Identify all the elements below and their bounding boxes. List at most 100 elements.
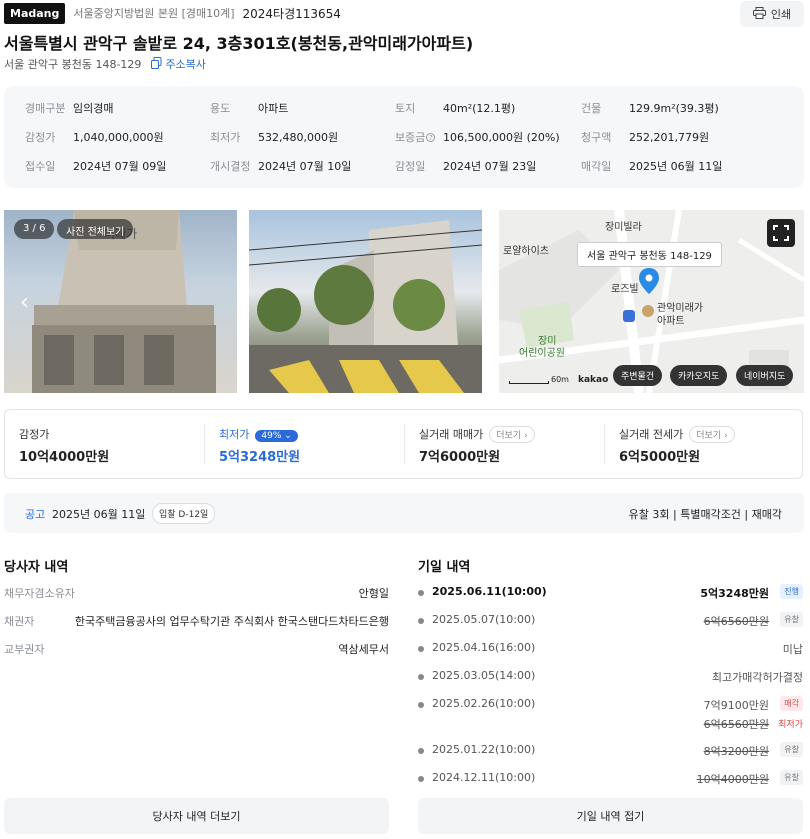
price-label-wrap: 최저가 49% ⌄ — [219, 426, 298, 442]
history-value: 6억6560만원 — [703, 615, 769, 628]
timeline-dot — [418, 748, 424, 754]
summary-cell: 건물 129.9m²(39.3평) — [581, 100, 719, 116]
history-collapse-button[interactable]: 기일 내역 접기 — [418, 798, 803, 834]
history-value: 8억3200만원 — [703, 745, 769, 758]
summary-value: 2025년 06월 11일 — [629, 160, 723, 173]
history-value: 5억3248만원 — [700, 587, 769, 600]
summary-value: 아파트 — [258, 102, 289, 115]
summary-value: 1,040,000,000원 — [73, 131, 164, 144]
party-row: 교부권자 역삼세무서 — [4, 641, 389, 661]
street-photo — [249, 220, 482, 393]
summary-value: 임의경매 — [73, 102, 114, 115]
history-row: 2025.05.07(10:00) 6억6560만원 유찰 — [418, 612, 803, 633]
summary-label: 보증금 — [395, 131, 426, 144]
map-label: 어린이공원 — [519, 348, 565, 359]
map-kakao-button[interactable]: 카카오지도 — [670, 365, 728, 386]
map-label: 로즈빌 — [611, 284, 639, 295]
timeline-dot — [418, 590, 424, 596]
history-row: 2025.03.05(14:00) 최고가매각허가결정 — [418, 669, 803, 689]
more-button[interactable]: 더보기 › — [689, 426, 735, 443]
chevron-down-icon: ⌄ — [284, 431, 292, 441]
summary-value: 2024년 07월 23일 — [443, 160, 537, 173]
parties-more-button[interactable]: 당사자 내역 더보기 — [4, 798, 389, 834]
summary-value: 2024년 07월 10일 — [258, 160, 352, 173]
map-naver-button[interactable]: 네이버지도 — [736, 365, 794, 386]
party-label: 채무자겸소유자 — [4, 587, 75, 600]
property-photo-1[interactable]: 미래가 3 / 6 사진 전체보기 ‹ — [4, 210, 237, 393]
price-panel: 감정가 10억4000만원 최저가 49% ⌄ 5억3248만원 실거래 매매가 더… — [4, 409, 803, 479]
property-photo-2[interactable] — [249, 210, 482, 393]
price-value: 6억5000만원 — [619, 450, 701, 465]
parties-heading: 당사자 내역 — [4, 560, 69, 575]
price-label-wrap: 실거래 전세가 더보기 › — [619, 426, 735, 443]
copy-icon — [151, 56, 162, 72]
summary-value: 2024년 07월 09일 — [73, 160, 167, 173]
short-address: 서울 관악구 봉천동 148-129 — [4, 58, 142, 71]
history-subrow: 6억6560만원 최저가 — [418, 716, 803, 736]
party-row: 채무자겸소유자 안형일 — [4, 585, 389, 605]
price-minimum: 최저가 49% ⌄ 5억3248만원 — [205, 410, 404, 478]
summary-cell: 접수일 2024년 07월 09일 — [25, 158, 166, 174]
location-map[interactable]: 장미빌라 로얄하이츠 로즈빌 관악미래가 아파트 장미 어린이공원 kakao … — [499, 210, 804, 393]
help-icon[interactable]: ? — [426, 133, 436, 142]
timeline-dot — [418, 702, 424, 708]
bus-stop-icon — [623, 310, 635, 322]
party-label: 교부권자 — [4, 643, 45, 656]
percent-badge[interactable]: 49% ⌄ — [255, 430, 298, 442]
price-value: 7억6000만원 — [419, 450, 501, 465]
price-label-wrap: 실거래 매매가 더보기 › — [419, 426, 535, 443]
map-label: 아파트 — [657, 316, 685, 327]
summary-label: 감정일 — [395, 160, 426, 173]
summary-cell: 매각일 2025년 06월 11일 — [581, 158, 722, 174]
summary-cell: 용도 아파트 — [210, 100, 288, 116]
history-value: 10억4000만원 — [696, 773, 769, 786]
price-label: 실거래 매매가 — [419, 428, 484, 441]
fullscreen-button[interactable] — [767, 219, 795, 247]
printer-icon — [752, 6, 766, 22]
summary-label: 매각일 — [581, 160, 612, 173]
history-value: 미납 — [782, 643, 803, 656]
summary-value: 532,480,000원 — [258, 131, 339, 144]
history-date: 2025.02.26(10:00) — [432, 697, 536, 710]
history-row: 2024.12.11(10:00) 10억4000만원 유찰 — [418, 770, 803, 791]
apartment-marker-icon — [642, 305, 654, 317]
chevron-right-icon: › — [523, 431, 528, 441]
summary-panel: 경매구분 임의경매 용도 아파트 토지 40m²(12.1평) 건물 129.9m²(3… — [4, 86, 804, 188]
summary-cell: 경매구분 임의경매 — [25, 100, 113, 116]
history-date: 2025.05.07(10:00) — [432, 613, 536, 626]
court-name: 서울중앙지방법원 본원 [경매10계] — [73, 7, 235, 20]
print-button[interactable]: 인쇄 — [740, 1, 804, 27]
history-date: 2024.12.11(10:00) — [432, 771, 536, 784]
timeline-dot — [418, 776, 424, 782]
brand-logo[interactable]: Madang — [4, 2, 66, 24]
price-value: 10억4000만원 — [19, 450, 110, 465]
summary-value: 106,500,000원 (20%) — [443, 131, 560, 144]
view-all-photos-button[interactable]: 사진 전체보기 — [57, 219, 134, 239]
more-button[interactable]: 더보기 › — [489, 426, 535, 443]
price-real-jeonse: 실거래 전세가 더보기 › 6억5000만원 — [605, 410, 804, 478]
percent-value: 49% — [261, 431, 282, 441]
map-scale-label: 60m — [551, 375, 569, 384]
history-sub-value: 6억6560만원 — [703, 718, 769, 731]
price-value: 5억3248만원 — [219, 450, 301, 465]
summary-value: 252,201,779원 — [629, 131, 710, 144]
copy-address-button[interactable]: 주소복사 — [151, 56, 206, 72]
summary-row: 접수일 2024년 07월 09일 개시결정 2024년 07월 10일 감정일 20… — [4, 158, 804, 178]
minimum-price-tag: 최저가 — [778, 720, 803, 730]
summary-cell: 개시결정 2024년 07월 10일 — [210, 158, 351, 174]
status-badge: 진행 — [780, 584, 803, 599]
price-label: 실거래 전세가 — [619, 428, 684, 441]
summary-label: 용도 — [210, 102, 231, 115]
map-scale-bar — [509, 381, 549, 384]
notice-date: 2025년 06월 11일 — [52, 508, 146, 521]
party-label: 채권자 — [4, 615, 35, 628]
chevron-left-icon[interactable]: ‹ — [20, 290, 29, 315]
history-heading: 기일 내역 — [418, 560, 471, 575]
summary-row: 감정가 1,040,000,000원 최저가 532,480,000원 보증금? 10… — [4, 129, 804, 149]
map-nearby-button[interactable]: 주변물건 — [613, 365, 663, 386]
history-date: 2025.03.05(14:00) — [432, 669, 536, 682]
timeline-dot — [418, 618, 424, 624]
status-badge: 유찰 — [780, 612, 803, 627]
price-appraisal: 감정가 10억4000만원 — [5, 410, 204, 478]
status-badge: 유찰 — [780, 742, 803, 757]
